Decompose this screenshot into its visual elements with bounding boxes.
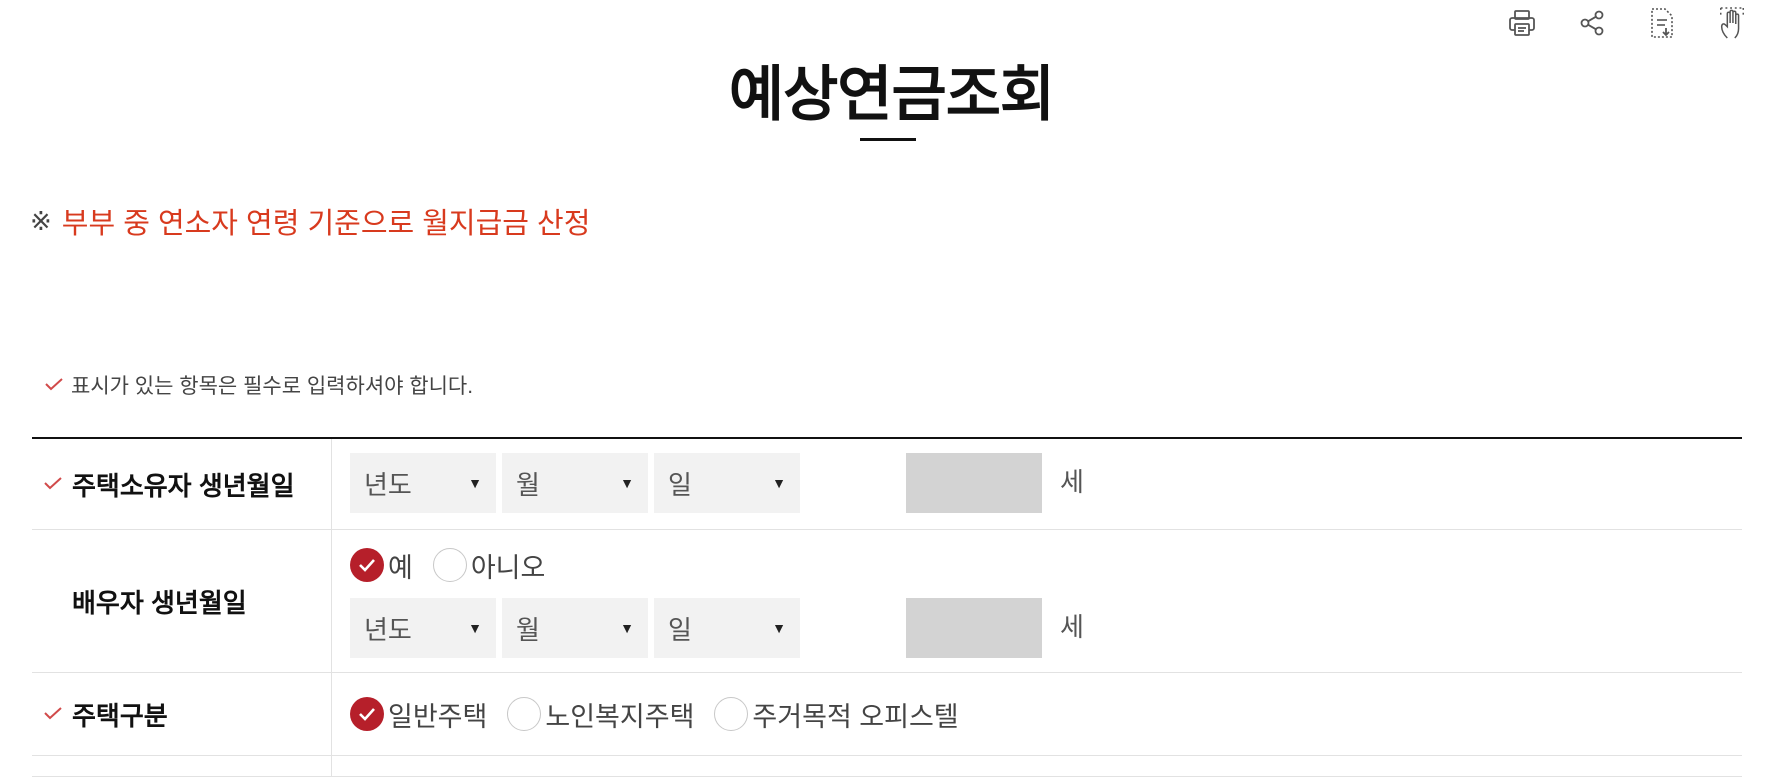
download-document-icon[interactable] bbox=[1647, 6, 1677, 40]
radio-checked-icon bbox=[350, 697, 384, 731]
spouse-birth-date: 년도 ▼ 월 ▼ 일 ▼ 세 bbox=[350, 598, 1724, 658]
spouse-birth-value-cell: 예 아니오 년도 ▼ 월 ▼ 일 ▼ 세 bbox=[332, 530, 1742, 672]
house-type-label-cell: 주택구분 bbox=[32, 673, 332, 755]
next-row-label-cell bbox=[32, 756, 332, 776]
house-type-senior-welfare-radio[interactable]: 노인복지주택 bbox=[507, 695, 694, 734]
radio-checked-icon bbox=[350, 548, 384, 582]
caret-down-icon: ▼ bbox=[468, 620, 482, 636]
next-row-partial bbox=[32, 756, 1742, 777]
radio-unchecked-icon bbox=[714, 697, 749, 731]
spouse-birth-label-cell: 배우자 생년월일 bbox=[32, 530, 332, 672]
select-value: 월 bbox=[516, 614, 540, 645]
house-type-radio-group: 일반주택 노인복지주택 주거목적 오피스텔 bbox=[350, 693, 959, 735]
spouse-birth-month-select[interactable]: 월 ▼ bbox=[502, 598, 648, 658]
caret-down-icon: ▼ bbox=[772, 475, 786, 491]
spouse-birth-year-select[interactable]: 년도 ▼ bbox=[350, 598, 496, 658]
radio-label: 아니오 bbox=[470, 552, 546, 583]
owner-birth-year-select[interactable]: 년도 ▼ bbox=[350, 453, 496, 513]
spouse-birth-day-select[interactable]: 일 ▼ bbox=[654, 598, 800, 658]
touch-hand-icon[interactable] bbox=[1717, 6, 1747, 40]
owner-age-field bbox=[906, 453, 1042, 513]
radio-label: 주거목적 오피스텔 bbox=[752, 701, 959, 732]
owner-birth-value-cell: 년도 ▼ 월 ▼ 일 ▼ 세 bbox=[332, 439, 1742, 529]
owner-birth-month-select[interactable]: 월 ▼ bbox=[502, 453, 648, 513]
house-type-general-radio[interactable]: 일반주택 bbox=[350, 695, 487, 734]
owner-birth-day-select[interactable]: 일 ▼ bbox=[654, 453, 800, 513]
notice-text: 부부 중 연소자 연령 기준으로 월지급금 산정 bbox=[61, 208, 591, 240]
owner-birth-row: 주택소유자 생년월일 년도 ▼ 월 ▼ 일 ▼ 세 bbox=[32, 439, 1742, 530]
spouse-no-radio[interactable]: 아니오 bbox=[432, 546, 546, 585]
spouse-birth-label: 배우자 생년월일 bbox=[72, 587, 247, 618]
notice: ※ 부부 중 연소자 연령 기준으로 월지급금 산정 bbox=[30, 200, 590, 242]
select-value: 년도 bbox=[364, 614, 412, 645]
select-value: 일 bbox=[668, 614, 692, 645]
radio-unchecked-icon bbox=[507, 697, 542, 731]
age-unit: 세 bbox=[1060, 611, 1084, 642]
print-icon[interactable] bbox=[1507, 6, 1537, 40]
share-icon[interactable] bbox=[1577, 6, 1607, 40]
owner-birth-date: 년도 ▼ 월 ▼ 일 ▼ 세 bbox=[350, 453, 1724, 513]
radio-unchecked-icon bbox=[432, 548, 467, 582]
radio-label: 노인복지주택 bbox=[545, 701, 695, 732]
house-type-label: 주택구분 bbox=[72, 700, 168, 731]
select-value: 년도 bbox=[364, 469, 412, 500]
caret-down-icon: ▼ bbox=[468, 475, 482, 491]
caret-down-icon: ▼ bbox=[620, 475, 634, 491]
next-row-value-cell bbox=[332, 756, 1742, 784]
required-note-text: 표시가 있는 항목은 필수로 입력하셔야 합니다. bbox=[71, 375, 474, 398]
owner-birth-label-cell: 주택소유자 생년월일 bbox=[32, 439, 332, 529]
select-value: 일 bbox=[668, 469, 692, 500]
required-check-icon bbox=[44, 707, 62, 721]
spouse-birth-row: 배우자 생년월일 예 아니오 년도 ▼ 월 ▼ 일 ▼ 세 bbox=[32, 530, 1742, 673]
age-unit: 세 bbox=[1060, 466, 1084, 497]
title-underline bbox=[860, 138, 916, 141]
required-note: 표시가 있는 항목은 필수로 입력하셔야 합니다. bbox=[45, 370, 473, 400]
page-title: 예상연금조회 bbox=[728, 61, 1055, 128]
house-type-officetel-radio[interactable]: 주거목적 오피스텔 bbox=[714, 695, 959, 734]
house-type-row: 주택구분 일반주택 노인복지주택 주거목적 오피스텔 bbox=[32, 673, 1742, 756]
house-type-value-cell: 일반주택 노인복지주택 주거목적 오피스텔 bbox=[332, 673, 1742, 755]
spouse-exists-radio-group: 예 아니오 bbox=[350, 544, 1724, 586]
toolbar bbox=[1507, 6, 1747, 40]
caret-down-icon: ▼ bbox=[620, 620, 634, 636]
required-check-icon bbox=[44, 477, 62, 491]
owner-birth-label: 주택소유자 생년월일 bbox=[72, 470, 295, 501]
radio-label: 예 bbox=[388, 552, 413, 583]
spouse-age-field bbox=[906, 598, 1042, 658]
required-check-icon bbox=[45, 378, 63, 392]
pension-form: 주택소유자 생년월일 년도 ▼ 월 ▼ 일 ▼ 세 배우자 생년월일 예 아니오… bbox=[32, 437, 1742, 777]
reference-mark: ※ bbox=[30, 205, 52, 236]
caret-down-icon: ▼ bbox=[772, 620, 786, 636]
select-value: 월 bbox=[516, 469, 540, 500]
radio-label: 일반주택 bbox=[388, 701, 488, 732]
spouse-yes-radio[interactable]: 예 bbox=[350, 546, 413, 585]
